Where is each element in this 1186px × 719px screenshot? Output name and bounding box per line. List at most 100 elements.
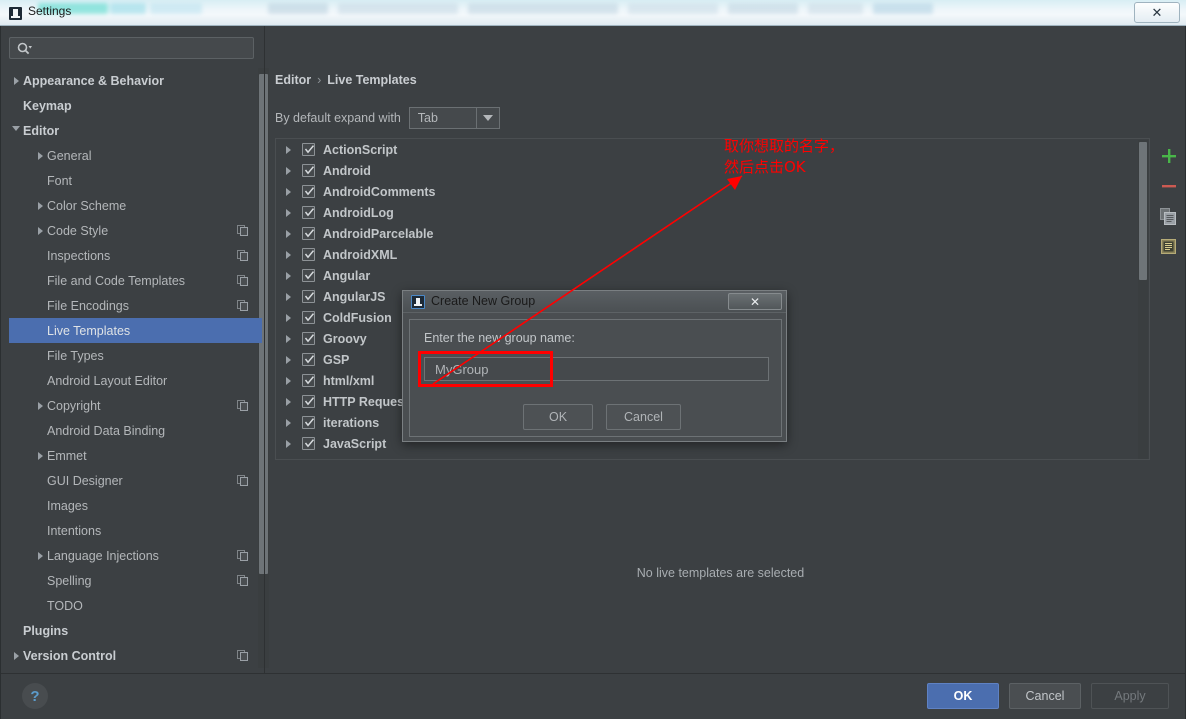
sidebar-item-emmet[interactable]: Emmet <box>9 443 262 468</box>
template-group-row[interactable]: ActionScript <box>276 139 1149 160</box>
template-group-row[interactable]: AndroidParcelable <box>276 223 1149 244</box>
sidebar-item-label: Font <box>47 173 73 188</box>
chevron-right-icon[interactable] <box>286 166 302 175</box>
ok-button[interactable]: OK <box>927 683 999 709</box>
template-group-checkbox[interactable] <box>302 311 315 324</box>
template-group-checkbox[interactable] <box>302 269 315 282</box>
template-group-label: Android <box>323 163 371 178</box>
expand-with-dropdown[interactable]: Tab <box>408 107 500 129</box>
chevron-right-icon[interactable] <box>33 143 47 168</box>
titlebar-background-blur <box>38 2 1108 24</box>
sidebar-item-android-layout-editor[interactable]: Android Layout Editor <box>9 368 262 393</box>
sidebar-item-code-style[interactable]: Code Style <box>9 218 262 243</box>
chevron-right-icon[interactable] <box>286 271 302 280</box>
sidebar-item-todo[interactable]: TODO <box>9 593 262 618</box>
template-group-checkbox[interactable] <box>302 248 315 261</box>
chevron-right-icon[interactable] <box>286 250 302 259</box>
template-group-checkbox[interactable] <box>302 227 315 240</box>
chevron-right-icon[interactable] <box>33 443 47 468</box>
sidebar-item-android-data-binding[interactable]: Android Data Binding <box>9 418 262 443</box>
sidebar-item-file-and-code-templates[interactable]: File and Code Templates <box>9 268 262 293</box>
sidebar-item-inspections[interactable]: Inspections <box>9 243 262 268</box>
dialog-footer: ? OK Cancel Apply <box>1 673 1185 719</box>
chevron-right-icon[interactable] <box>286 229 302 238</box>
empty-state-message: No live templates are selected <box>636 566 805 580</box>
template-group-row[interactable]: AndroidComments <box>276 181 1149 202</box>
dialog-close-button[interactable]: ✕ <box>728 293 782 310</box>
sidebar-item-language-injections[interactable]: Language Injections <box>9 543 262 568</box>
sidebar-item-file-encodings[interactable]: File Encodings <box>9 293 262 318</box>
sidebar-item-intentions[interactable]: Intentions <box>9 518 262 543</box>
chevron-right-icon[interactable] <box>286 187 302 196</box>
template-group-checkbox[interactable] <box>302 185 315 198</box>
sidebar-item-copyright[interactable]: Copyright <box>9 393 262 418</box>
template-group-checkbox[interactable] <box>302 374 315 387</box>
annotation-line-1: 取你想取的名字， <box>724 137 845 155</box>
chevron-right-icon[interactable] <box>286 418 302 427</box>
edit-icon[interactable] <box>1157 234 1181 258</box>
sidebar-item-general[interactable]: General <box>9 143 262 168</box>
group-name-input[interactable]: MyGroup <box>424 357 769 381</box>
intellij-idea-icon <box>9 7 22 20</box>
template-group-row[interactable]: Angular <box>276 265 1149 286</box>
sidebar-item-label: Intentions <box>47 523 102 538</box>
breadcrumb-separator: › <box>317 73 322 87</box>
chevron-down-icon[interactable] <box>477 108 499 128</box>
template-group-checkbox[interactable] <box>302 437 315 450</box>
template-group-checkbox[interactable] <box>302 395 315 408</box>
template-group-checkbox[interactable] <box>302 143 315 156</box>
cancel-button[interactable]: Cancel <box>1009 683 1081 709</box>
chevron-right-icon[interactable] <box>286 355 302 364</box>
sidebar-item-color-scheme[interactable]: Color Scheme <box>9 193 262 218</box>
sidebar-item-gui-designer[interactable]: GUI Designer <box>9 468 262 493</box>
chevron-right-icon[interactable] <box>286 334 302 343</box>
sidebar-item-images[interactable]: Images <box>9 493 262 518</box>
sidebar-item-font[interactable]: Font <box>9 168 262 193</box>
sidebar-item-spelling[interactable]: Spelling <box>9 568 262 593</box>
copy-icon[interactable] <box>1157 204 1181 228</box>
chevron-right-icon[interactable] <box>286 397 302 406</box>
sidebar-item-keymap[interactable]: Keymap <box>9 93 262 118</box>
sidebar-item-editor[interactable]: Editor <box>9 118 262 143</box>
chevron-right-icon[interactable] <box>9 643 23 668</box>
template-group-checkbox[interactable] <box>302 164 315 177</box>
window-close-button[interactable]: ✕ <box>1134 2 1180 23</box>
search-input[interactable] <box>9 37 254 59</box>
chevron-down-icon[interactable] <box>9 118 23 143</box>
chevron-right-icon[interactable] <box>286 313 302 322</box>
chevron-right-icon[interactable] <box>286 376 302 385</box>
help-button[interactable]: ? <box>22 683 48 709</box>
template-group-checkbox[interactable] <box>302 332 315 345</box>
chevron-right-icon[interactable] <box>33 393 47 418</box>
chevron-right-icon[interactable] <box>286 292 302 301</box>
chevron-right-icon[interactable] <box>33 543 47 568</box>
template-group-checkbox[interactable] <box>302 353 315 366</box>
chevron-right-icon[interactable] <box>286 208 302 217</box>
template-group-checkbox[interactable] <box>302 416 315 429</box>
remove-icon[interactable] <box>1157 174 1181 198</box>
expand-with-value: Tab <box>410 108 477 128</box>
template-group-row[interactable]: AndroidLog <box>276 202 1149 223</box>
template-group-checkbox[interactable] <box>302 206 315 219</box>
add-icon[interactable] <box>1157 144 1181 168</box>
breadcrumb-parent[interactable]: Editor <box>275 73 311 87</box>
chevron-right-icon[interactable] <box>286 439 302 448</box>
sidebar-item-version-control[interactable]: Version Control <box>9 643 262 668</box>
template-group-row[interactable]: Android <box>276 160 1149 181</box>
templates-scrollbar-thumb[interactable] <box>1139 142 1147 280</box>
dialog-cancel-button[interactable]: Cancel <box>606 404 681 430</box>
chevron-right-icon[interactable] <box>33 193 47 218</box>
sidebar-item-label: GUI Designer <box>47 473 123 488</box>
chevron-right-icon[interactable] <box>286 145 302 154</box>
template-group-row[interactable]: AndroidXML <box>276 244 1149 265</box>
project-scope-icon <box>237 275 248 286</box>
sidebar-item-plugins[interactable]: Plugins <box>9 618 262 643</box>
breadcrumb-current: Live Templates <box>327 73 417 87</box>
sidebar-item-file-types[interactable]: File Types <box>9 343 262 368</box>
sidebar-item-appearance-behavior[interactable]: Appearance & Behavior <box>9 68 262 93</box>
sidebar-item-live-templates[interactable]: Live Templates <box>9 318 262 343</box>
dialog-ok-button[interactable]: OK <box>523 404 593 430</box>
template-group-checkbox[interactable] <box>302 290 315 303</box>
chevron-right-icon[interactable] <box>33 218 47 243</box>
chevron-right-icon[interactable] <box>9 68 23 93</box>
